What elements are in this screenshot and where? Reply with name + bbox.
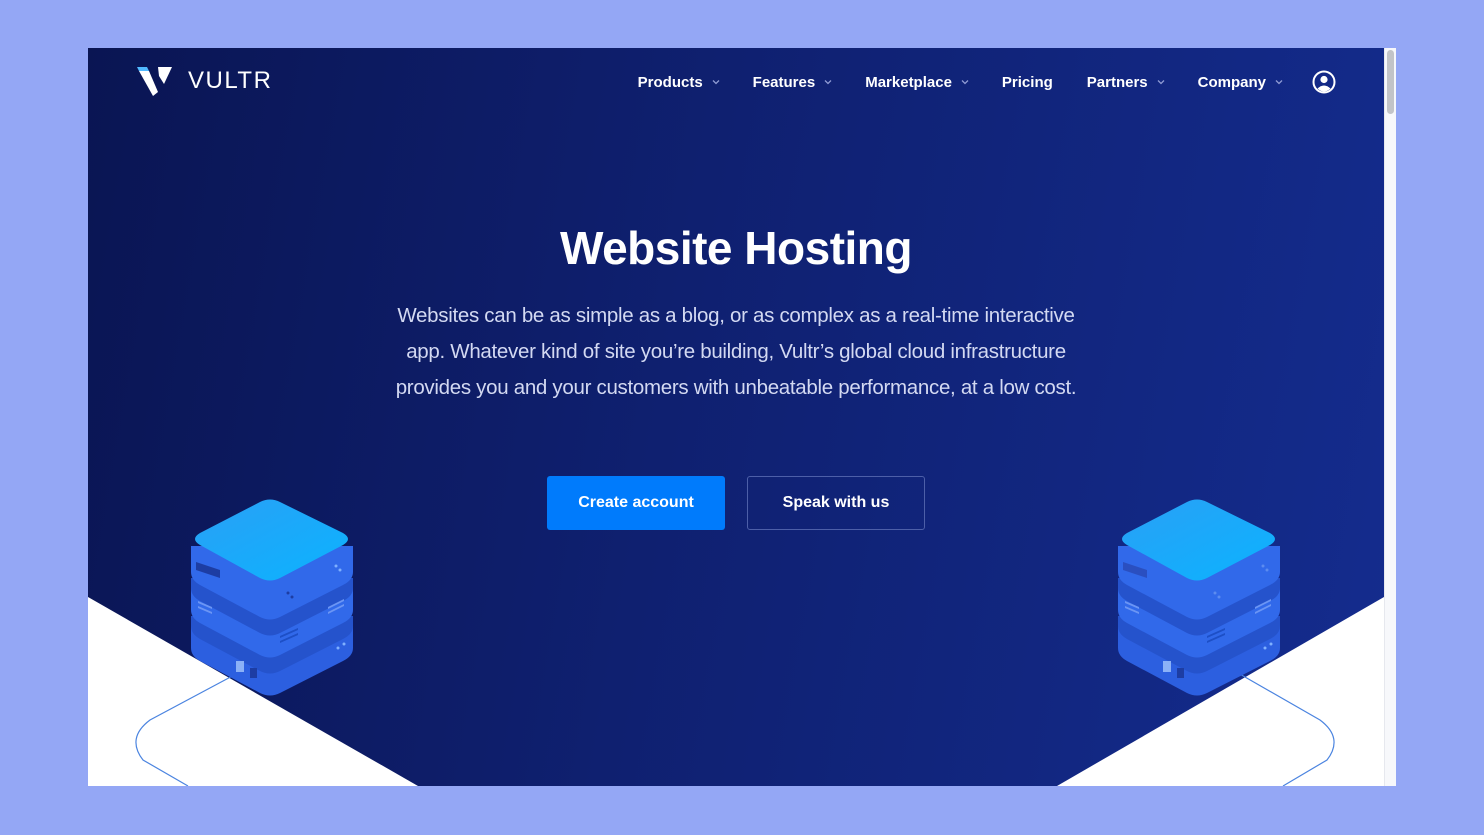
server-stack-icon (191, 499, 353, 696)
chevron-down-icon (712, 80, 720, 85)
chevron-down-icon (824, 80, 832, 85)
user-circle-icon[interactable] (1312, 70, 1336, 94)
scrollbar-thumb[interactable] (1387, 50, 1394, 114)
speak-with-us-button[interactable]: Speak with us (747, 476, 925, 530)
vultr-v-logo-icon (137, 67, 172, 96)
hero-actions: Create account Speak with us (547, 476, 925, 530)
vultr-logo[interactable]: VULTR (136, 64, 272, 98)
server-stack-icon (1118, 499, 1280, 696)
nav-marketplace[interactable]: Marketplace (865, 74, 970, 91)
chevron-down-icon (1157, 80, 1165, 85)
chevron-down-icon (1275, 80, 1283, 85)
nav-label: Pricing (1001, 73, 1053, 91)
nav-label: Products (637, 73, 703, 91)
create-account-button[interactable]: Create account (547, 476, 725, 530)
hero-description: Websites can be as simple as a blog, or … (395, 304, 1077, 399)
page-title: Website Hosting (559, 222, 913, 274)
browser-viewport: VULTR Products Features Marketplace Pric… (88, 48, 1396, 786)
nav-label: Marketplace (865, 73, 952, 91)
brand-name: VULTR (188, 67, 273, 94)
nav-label: Partners (1086, 73, 1148, 91)
nav-pricing[interactable]: Pricing (1002, 74, 1053, 91)
nav-company[interactable]: Company (1198, 74, 1284, 91)
nav-products[interactable]: Products (638, 74, 721, 91)
nav-label: Features (752, 73, 816, 91)
main-nav: Products Features Marketplace Pricing Pa… (606, 68, 1336, 96)
nav-partners[interactable]: Partners (1087, 74, 1166, 91)
page-scrollbar[interactable] (1384, 48, 1396, 786)
chevron-down-icon (961, 80, 969, 85)
nav-features[interactable]: Features (753, 74, 834, 91)
nav-label: Company (1197, 73, 1266, 91)
